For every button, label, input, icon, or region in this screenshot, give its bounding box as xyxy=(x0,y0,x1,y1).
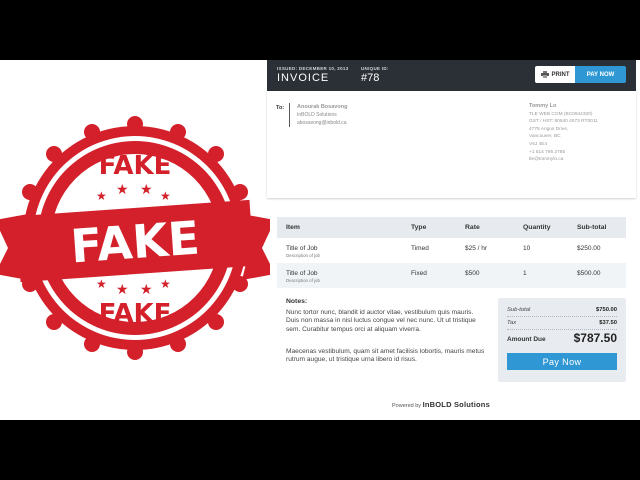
recipient-block: Anourak Bosavong InBOLD Solutions abosav… xyxy=(289,103,347,127)
sender-line: TLE WEB COM (BC0944320) xyxy=(529,111,593,117)
notes-paragraph: Maecenas vestibulum, quam sit amet facil… xyxy=(286,348,485,364)
printer-icon xyxy=(540,71,549,78)
row-type: Timed xyxy=(411,245,429,252)
star-icon: ★ xyxy=(116,282,129,298)
divider xyxy=(507,329,617,330)
to-label: To: xyxy=(276,105,285,111)
unique-id-value: #78 xyxy=(361,72,380,84)
row-quantity: 10 xyxy=(523,245,531,252)
recipient-company: InBOLD Solutions xyxy=(297,112,337,118)
tax-row: Tax $37.50 xyxy=(507,320,617,326)
row-item-cell: Title of Job Description of job xyxy=(286,245,320,258)
subtotal-label: Sub-total xyxy=(507,307,531,313)
subtotal-row: Sub-total $750.00 xyxy=(507,307,617,313)
stamp-top-word: FAKE xyxy=(99,151,172,181)
subtotal-value: $750.00 xyxy=(596,307,617,313)
print-label: PRINT xyxy=(551,71,570,78)
print-button[interactable]: PRINT xyxy=(535,66,575,83)
row-item-desc: Description of job xyxy=(286,253,320,258)
sender-name: Tommy Lo xyxy=(529,103,557,109)
invoice-header: ISSUED: DECEMBER 10, 2013 INVOICE UNIQUE… xyxy=(267,60,636,91)
col-header-type: Type xyxy=(411,224,427,231)
powered-by: Powered by InBOLD Solutions xyxy=(392,400,490,409)
row-item-desc: Description of job xyxy=(286,278,320,283)
sender-line: tle@tommylo.ca xyxy=(529,157,564,163)
notes-title: Notes: xyxy=(286,298,308,305)
col-header-item: Item xyxy=(286,224,300,231)
recipient-email: abosavong@inbold.ca xyxy=(297,120,347,126)
star-icon: ★ xyxy=(140,282,153,298)
row-subtotal: $250.00 xyxy=(577,245,601,252)
fake-stamp: ★ ★ ★ ★ ★ ★ ★ ★ FAKE FAKE FAKE xyxy=(0,116,270,360)
issued-date: ISSUED: DECEMBER 10, 2013 xyxy=(277,66,349,71)
star-icon: ★ xyxy=(160,189,171,203)
unique-id-label: UNIQUE ID: xyxy=(361,66,389,71)
invoice-title: INVOICE xyxy=(277,72,330,84)
table-header-row: Item Type Rate Quantity Sub-total xyxy=(277,217,626,238)
row-item-title: Title of Job xyxy=(286,270,318,277)
row-quantity: 1 xyxy=(523,270,527,277)
divider xyxy=(507,316,617,317)
recipient-name: Anourak Bosavong xyxy=(297,104,348,110)
tax-value: $37.50 xyxy=(599,320,617,326)
row-rate: $25 / hr xyxy=(465,245,488,252)
row-subtotal: $500.00 xyxy=(577,270,601,277)
totals-box: Sub-total $750.00 Tax $37.50 Amount Due … xyxy=(498,298,626,382)
stamp-banner-word: FAKE xyxy=(69,211,201,274)
row-type: Fixed xyxy=(411,270,427,277)
star-icon: ★ xyxy=(116,182,129,198)
pay-now-header-button[interactable]: PAY NOW xyxy=(575,66,626,83)
col-header-subtotal: Sub-total xyxy=(577,224,607,231)
address-card: To: Anourak Bosavong InBOLD Solutions ab… xyxy=(267,91,636,198)
star-icon: ★ xyxy=(96,277,107,291)
amount-due-label: Amount Due xyxy=(507,336,546,343)
col-header-rate: Rate xyxy=(465,224,480,231)
pay-now-button[interactable]: Pay Now xyxy=(507,353,617,370)
line-items-table: Item Type Rate Quantity Sub-total Title … xyxy=(277,217,626,288)
sender-line: Vancouver, BC xyxy=(529,134,561,140)
sender-line: +1 514 795 2785 xyxy=(529,149,566,155)
powered-by-brand[interactable]: InBOLD Solutions xyxy=(423,400,490,409)
table-row: Title of Job Description of job Fixed $5… xyxy=(277,263,626,288)
row-item-title: Title of Job xyxy=(286,245,318,252)
sender-line: 4778 Angus Drive, xyxy=(529,126,569,132)
tax-label: Tax xyxy=(507,320,517,326)
amount-due-value: $787.50 xyxy=(573,331,617,345)
star-icon: ★ xyxy=(96,189,107,203)
sender-line: GST / HST: 80540 4573 RT0011 xyxy=(529,119,598,125)
table-row: Title of Job Description of job Timed $2… xyxy=(277,238,626,263)
col-header-quantity: Quantity xyxy=(523,224,551,231)
sender-block: Tommy Lo TLE WEB COM (BC0944320) GST / H… xyxy=(529,103,598,164)
powered-by-label: Powered by xyxy=(392,403,422,409)
stamp-bottom-word: FAKE xyxy=(99,299,172,329)
notes-paragraph: Nunc tortor nunc, blandit id auctor vita… xyxy=(286,309,476,333)
row-item-cell: Title of Job Description of job xyxy=(286,270,320,283)
star-icon: ★ xyxy=(140,182,153,198)
sender-line: V6J 4E4 xyxy=(529,141,548,147)
star-icon: ★ xyxy=(160,277,171,291)
screenshot-canvas: ★ ★ ★ ★ ★ ★ ★ ★ FAKE FAKE FAKE ISSUED: D… xyxy=(0,60,640,420)
row-rate: $500 xyxy=(465,270,480,277)
